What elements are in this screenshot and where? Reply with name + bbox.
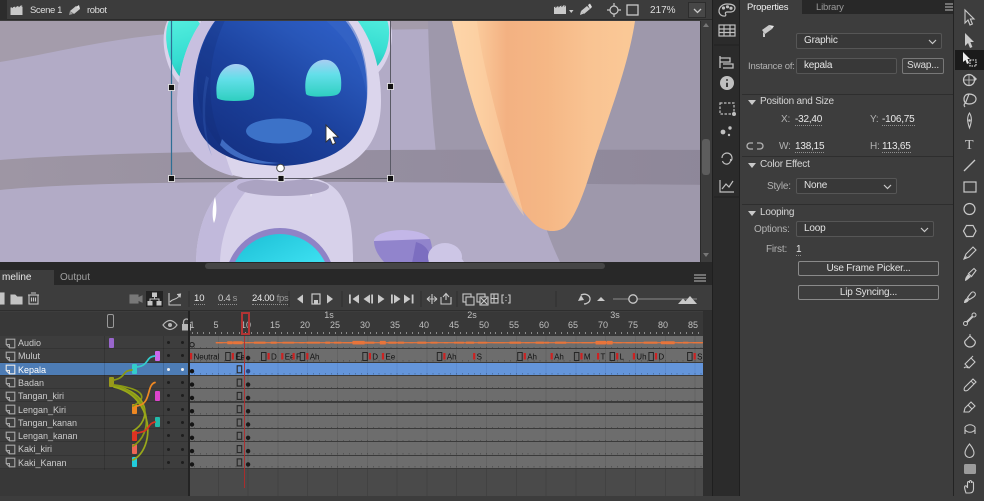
svg-text:S: S (477, 353, 482, 362)
svg-text:T: T (965, 138, 974, 153)
svg-text:Ah: Ah (310, 353, 320, 362)
svg-text:M: M (584, 353, 591, 362)
svg-text:Uh: Uh (636, 353, 646, 362)
svg-text:Ah: Ah (527, 353, 537, 362)
svg-text:D: D (658, 353, 664, 362)
svg-text:Ee: Ee (385, 353, 395, 362)
svg-text:Ah: Ah (554, 353, 564, 362)
svg-text:S: S (697, 353, 702, 362)
svg-text:L: L (620, 353, 625, 362)
svg-text:Ah: Ah (447, 353, 457, 362)
svg-text:Neutral: Neutral (194, 353, 220, 362)
svg-text:D: D (372, 353, 378, 362)
svg-text:D: D (271, 353, 277, 362)
svg-text:T: T (601, 353, 606, 362)
